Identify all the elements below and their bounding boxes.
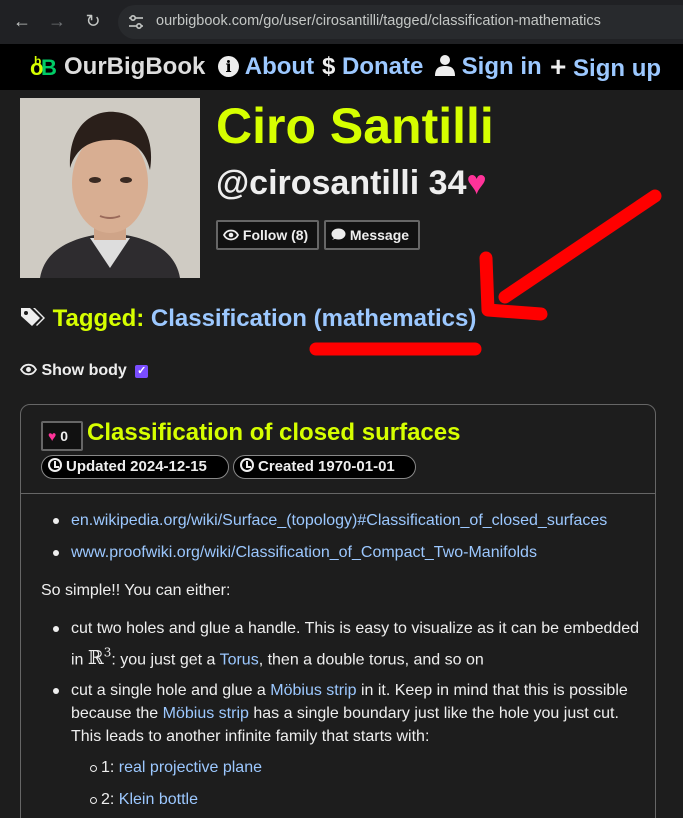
tags-icon <box>21 308 45 326</box>
proofwiki-link[interactable]: www.proofwiki.org/wiki/Classification_of… <box>71 544 537 561</box>
list-bullet <box>53 518 59 524</box>
profile-handle: @cirosantilli <box>216 164 420 202</box>
show-body-label: Show body <box>41 362 127 379</box>
updated-date: Updated 2024-12-15 <box>66 458 207 475</box>
text: : you just get a <box>111 651 216 669</box>
donate-label: Donate <box>342 53 424 80</box>
article-card: ♥ 0 Classification of closed surfaces Up… <box>20 404 656 818</box>
mobius-strip-link[interactable]: Möbius strip <box>163 705 249 722</box>
list-item-mobius-line1: cut a single hole and glue a Möbius stri… <box>71 679 628 702</box>
list-item: www.proofwiki.org/wiki/Classification_of… <box>71 541 537 564</box>
chat-bubble-icon <box>331 228 346 240</box>
page-content: Ciro Santilli @cirosantilli 34♥ Follow (… <box>0 90 683 818</box>
follow-button[interactable]: Follow (8) <box>216 220 319 250</box>
tag-link[interactable]: Classification (mathematics) <box>151 305 476 332</box>
heart-icon: ♥ <box>48 428 57 444</box>
show-body-toggle[interactable]: Show body ✓ <box>19 361 149 381</box>
real-projective-plane-link[interactable]: real projective plane <box>119 759 262 776</box>
sign-up-link[interactable]: + Sign up <box>550 53 661 83</box>
updated-date-badge: Updated 2024-12-15 <box>41 455 229 479</box>
plus-icon: + <box>550 51 567 82</box>
about-link[interactable]: i About <box>218 53 314 81</box>
list-bullet <box>53 688 59 694</box>
back-arrow-icon[interactable]: ← <box>11 10 33 32</box>
intro-paragraph: So simple!! You can either: <box>41 582 231 599</box>
message-label: Message <box>349 227 410 243</box>
math-r3: ℝ3 <box>87 646 111 670</box>
sign-in-link[interactable]: Sign in <box>435 53 542 81</box>
sublist-number: 2: <box>101 791 115 808</box>
profile-name: Ciro Santilli <box>216 98 494 154</box>
text: , then a double torus, and so on <box>258 651 484 669</box>
sublist-item: 1: real projective plane <box>101 756 262 779</box>
article-title[interactable]: Classification of closed surfaces <box>87 418 460 448</box>
clock-icon <box>240 458 254 472</box>
text: cut a single hole and glue a <box>71 682 266 699</box>
tagged-label: Tagged: <box>52 305 145 332</box>
math-symbol: ℝ <box>87 647 104 670</box>
ourbigbook-logo-icon[interactable]: o B b <box>30 53 58 81</box>
list-item-handle-line2: in ℝ3: you just get a Torus, then a doub… <box>71 642 484 671</box>
site-navbar: o B b OurBigBook i About $ Donate Sign i… <box>0 44 683 90</box>
sign-in-label: Sign in <box>461 53 542 80</box>
like-count: 0 <box>60 428 68 444</box>
donate-link[interactable]: $ Donate <box>322 53 423 81</box>
heart-icon: ♥ <box>466 164 487 202</box>
message-button[interactable]: Message <box>324 220 420 250</box>
user-icon <box>435 55 455 76</box>
text: in <box>71 651 84 669</box>
profile-handle-line: @cirosantilli 34♥ <box>216 162 487 204</box>
eye-icon <box>19 363 38 376</box>
about-label: About <box>244 53 315 80</box>
article-header: ♥ 0 Classification of closed surfaces Up… <box>21 405 655 494</box>
text: in it. Keep in mind that this is possibl… <box>360 682 628 699</box>
sublist-bullet <box>90 765 97 772</box>
site-settings-icon[interactable] <box>126 12 146 32</box>
list-item-handle-line1: cut two holes and glue a handle. This is… <box>71 620 640 637</box>
text: because the <box>71 705 159 722</box>
mobius-strip-link[interactable]: Möbius strip <box>270 682 356 699</box>
sublist-item: 2: Klein bottle <box>101 788 198 811</box>
reload-icon[interactable]: ↻ <box>82 10 104 32</box>
list-bullet <box>53 626 59 632</box>
svg-text:B: B <box>41 55 57 80</box>
list-bullet <box>53 550 59 556</box>
klein-bottle-link[interactable]: Klein bottle <box>119 791 198 808</box>
show-body-checkbox[interactable]: ✓ <box>135 365 149 378</box>
browser-toolbar: ← → ↻ ourbigbook.com/go/user/cirosantill… <box>0 0 683 44</box>
sublist-bullet <box>90 797 97 804</box>
created-date-badge: Created 1970-01-01 <box>233 455 416 479</box>
wikipedia-link[interactable]: en.wikipedia.org/wiki/Surface_(topology)… <box>71 512 607 529</box>
tagged-heading: Tagged: Classification (mathematics) <box>20 304 476 334</box>
address-bar[interactable]: ourbigbook.com/go/user/cirosantilli/tagg… <box>118 5 683 39</box>
eye-icon <box>222 229 240 241</box>
avatar <box>20 98 200 278</box>
forward-arrow-icon[interactable]: → <box>46 10 68 32</box>
avatar-portrait <box>20 98 200 278</box>
list-item: en.wikipedia.org/wiki/Surface_(topology)… <box>71 509 607 532</box>
url-text: ourbigbook.com/go/user/cirosantilli/tagg… <box>156 13 601 29</box>
sublist-number: 1: <box>101 759 115 776</box>
profile-score: 34 <box>428 164 467 202</box>
text: has a single boundary just like the hole… <box>253 705 619 722</box>
list-item-mobius-line3: This leads to another infinite family th… <box>71 728 430 745</box>
like-button[interactable]: ♥ 0 <box>41 421 83 451</box>
created-date: Created 1970-01-01 <box>258 458 395 475</box>
list-item-mobius-line2: because the Möbius strip has a single bo… <box>71 702 619 725</box>
svg-text:b: b <box>34 54 41 68</box>
sign-up-label: Sign up <box>573 55 662 82</box>
dollar-icon: $ <box>322 53 336 80</box>
clock-icon <box>48 458 62 472</box>
torus-link[interactable]: Torus <box>220 651 259 668</box>
logo-link[interactable]: OurBigBook <box>64 53 205 81</box>
follow-label: Follow (8) <box>242 227 309 243</box>
info-icon: i <box>218 56 239 77</box>
